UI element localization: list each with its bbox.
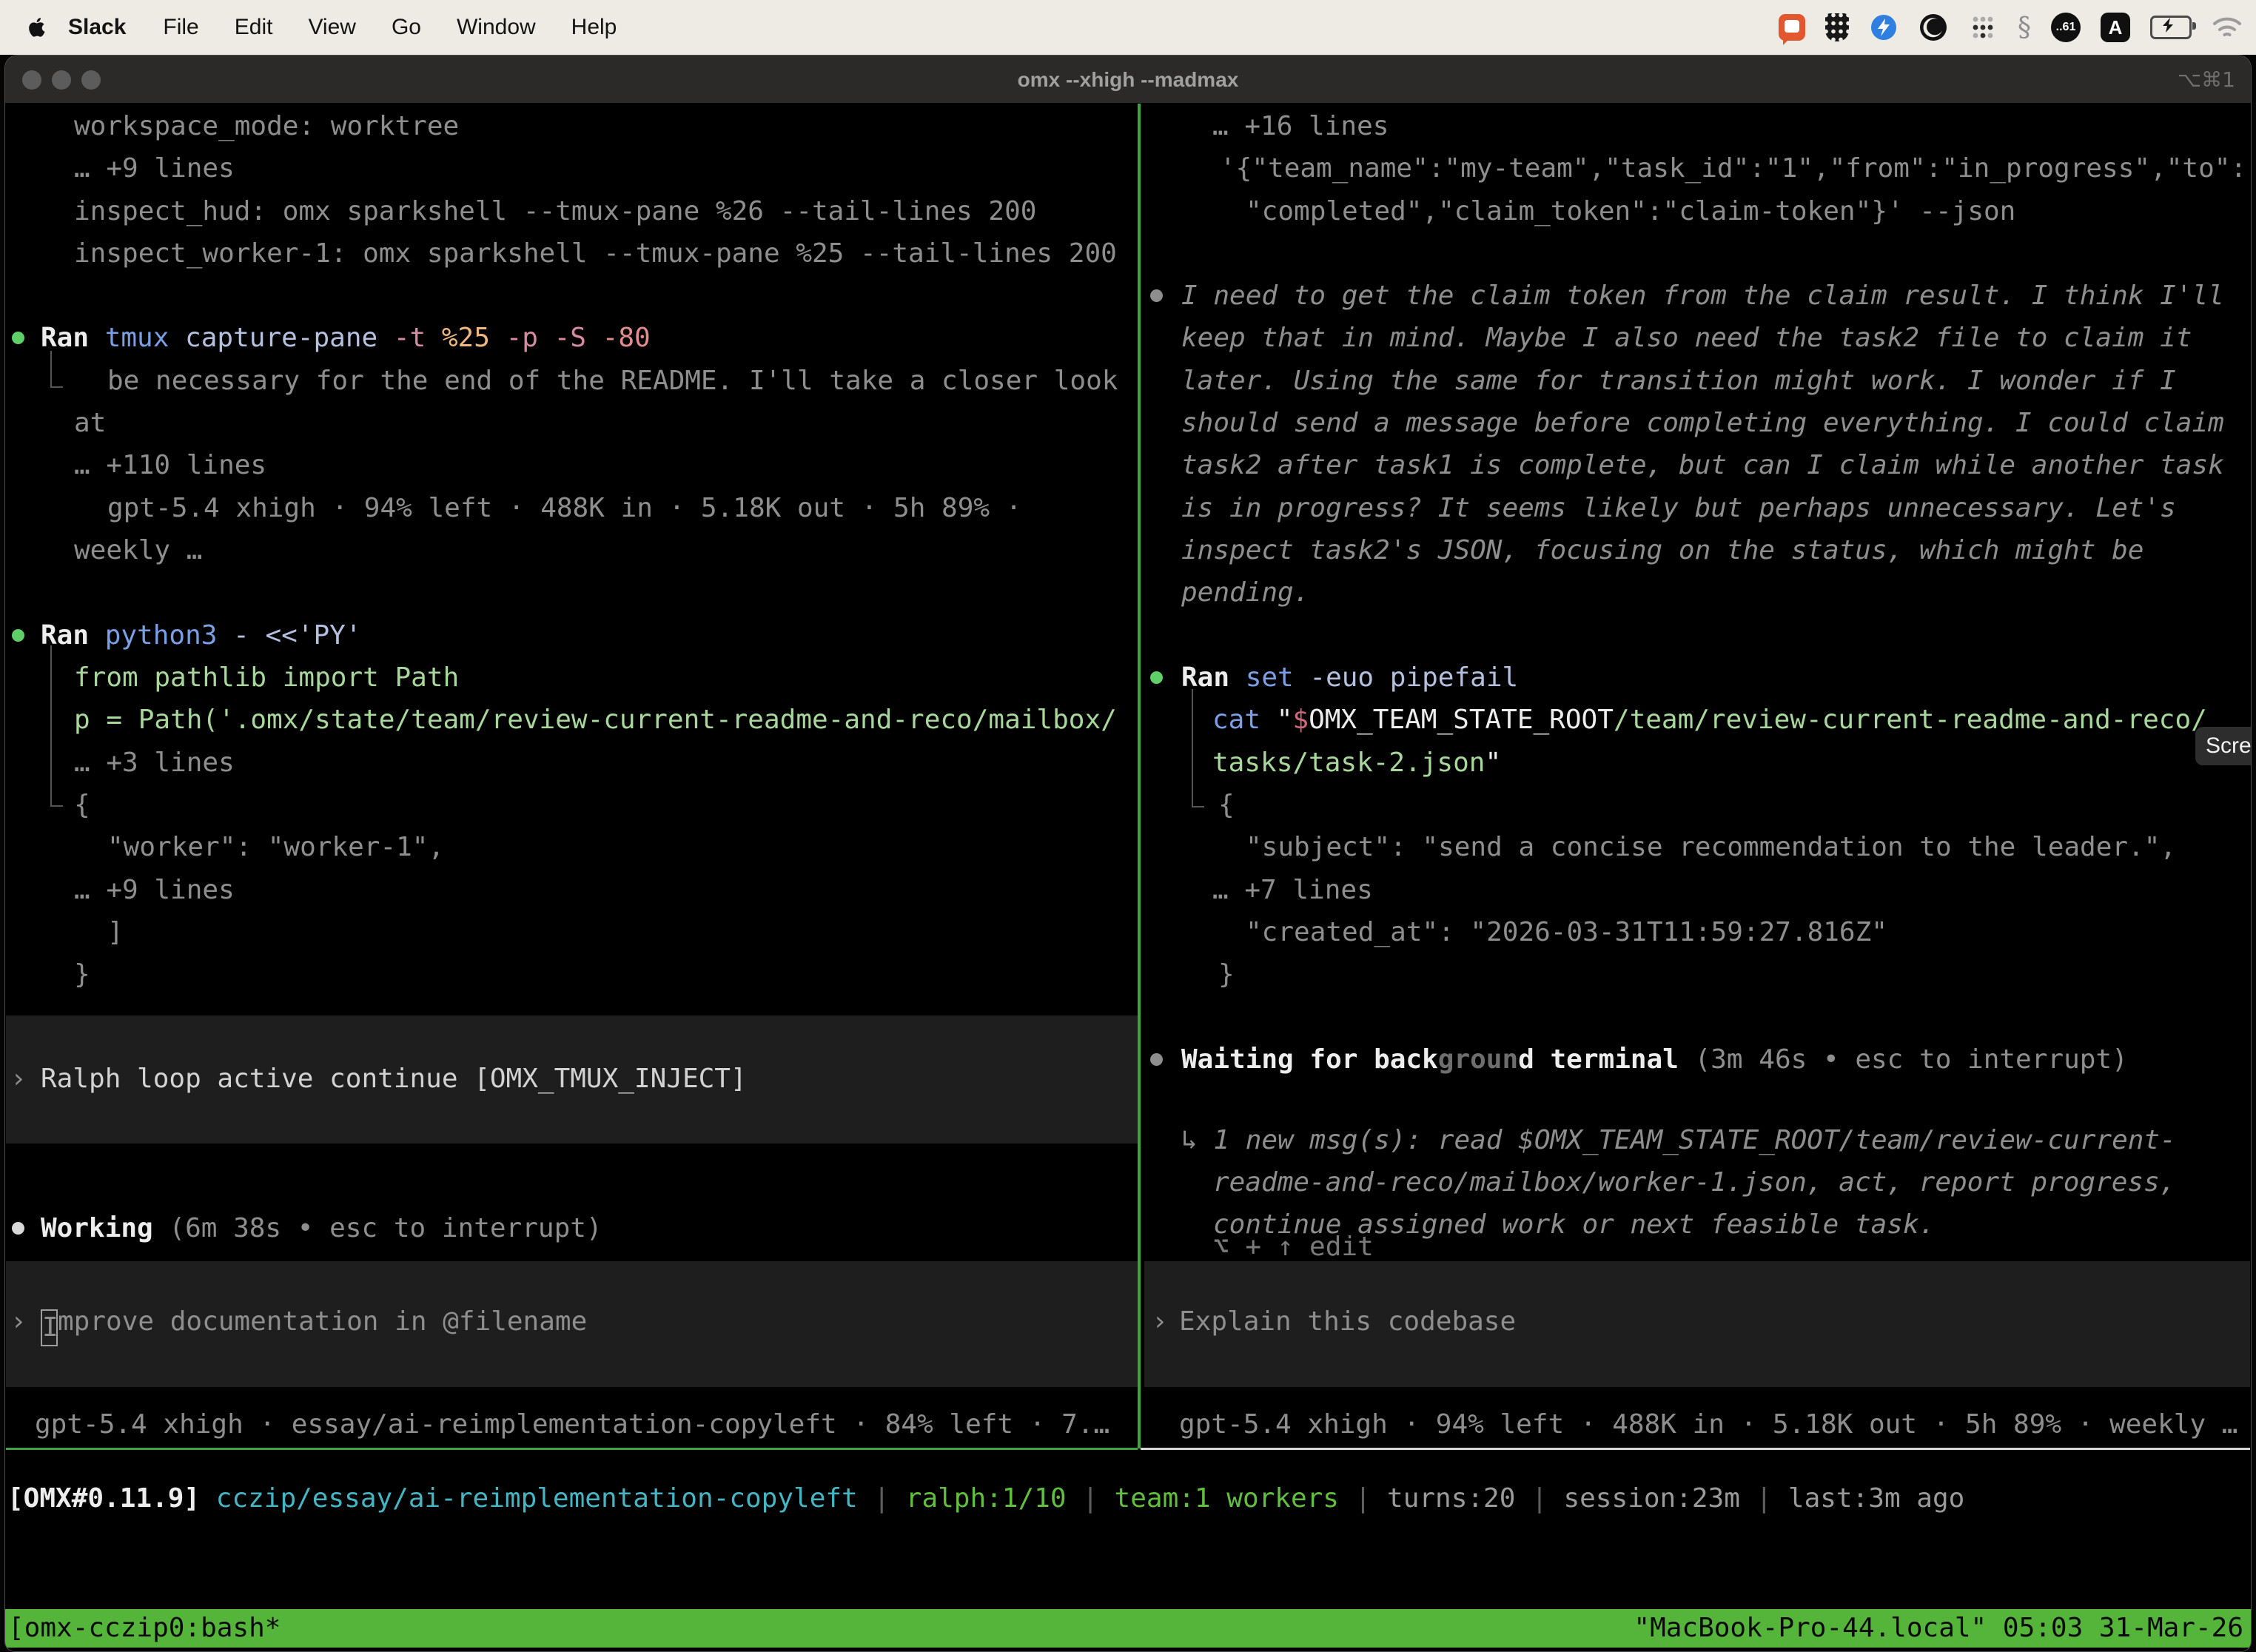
output-line: be necessary for the end of the README. … (107, 360, 1118, 402)
omx-hud-status: [OMX#0.11.9] cczip/essay/ai-reimplementa… (7, 1477, 1964, 1520)
menu-help[interactable]: Help (554, 15, 635, 40)
output-line: '{"team_name":"my-team","task_id":"1","f… (1220, 147, 2246, 189)
thinking-line: inspect task2's JSON, focusing on the st… (1181, 529, 2143, 571)
inactive-pane-border (1141, 1448, 2250, 1450)
thinking-line: is in progress? It seems likely but perh… (1181, 487, 2176, 529)
menu-window[interactable]: Window (439, 15, 554, 40)
thinking-line: I need to get the claim token from the c… (1181, 275, 2224, 317)
output-line: weekly … (74, 529, 202, 571)
window-shortcut: ⌥⌘1 (2178, 56, 2235, 104)
mailbox-message-line: readme-and-reco/mailbox/worker-1.json, a… (1213, 1161, 2175, 1203)
screen-tooltip: Scre (2195, 727, 2252, 765)
menu-edit[interactable]: Edit (217, 15, 291, 40)
command-line: Ran python3 - <<'PY' (41, 614, 361, 657)
code-line: p = Path('.omx/state/team/review-current… (74, 699, 1117, 741)
edit-hint: ⌥ + ↑ edit (1213, 1231, 1374, 1263)
menu-bar: Slack File Edit View Go Window Help (0, 0, 2256, 55)
screen: Slack File Edit View Go Window Help (0, 0, 2256, 1652)
menu-go[interactable]: Go (374, 15, 439, 40)
output-line: … +3 lines (74, 742, 235, 784)
ralph-loop-band: › Ralph loop active continue [OMX_TMUX_I… (6, 1015, 1138, 1144)
command-line: tasks/task-2.json" (1212, 742, 1501, 784)
thinking-line: pending. (1181, 571, 1309, 614)
active-pane-border (6, 1448, 1138, 1450)
thinking-line: should send a message before completing … (1181, 402, 2224, 444)
menu-view[interactable]: View (290, 15, 373, 40)
count-badge-icon[interactable]: ..61 (2051, 13, 2081, 42)
output-line: … +9 lines (74, 147, 235, 189)
terminal-window: omx --xhigh --madmax ⌥⌘1 workspace_mode:… (4, 55, 2252, 1652)
ran-bullet-icon (1150, 671, 1163, 684)
menu-app-name[interactable]: Slack (58, 15, 145, 40)
output-line: } (74, 953, 90, 995)
battery-icon[interactable] (2150, 16, 2192, 39)
output-line: ] (107, 911, 124, 953)
output-line: inspect_hud: omx sparkshell --tmux-pane … (74, 190, 1036, 232)
shield-grid-icon[interactable] (1825, 13, 1849, 41)
window-titlebar: omx --xhigh --madmax ⌥⌘1 (4, 55, 2252, 104)
command-line: cat "$OMX_TEAM_STATE_ROOT/team/review-cu… (1212, 699, 2207, 741)
window-title: omx --xhigh --madmax (4, 56, 2252, 104)
apple-menu-icon[interactable] (28, 16, 47, 39)
output-line: "worker": "worker-1", (107, 826, 444, 868)
output-line: "created_at": "2026-03-31T11:59:27.816Z" (1246, 911, 1887, 953)
thinking-line: task2 after task1 is complete, but can I… (1181, 444, 2224, 486)
moon-circle-icon[interactable] (1918, 13, 1948, 42)
thinking-line: keep that in mind. Maybe I also need the… (1181, 317, 2192, 359)
tmux-status-bar: [omx-cczip0:bash* "MacBook-Pro-44.local"… (5, 1609, 2251, 1648)
prompt-chevron-icon: › (1152, 1300, 1168, 1343)
text-cursor: I (41, 1309, 58, 1346)
continuation-corner-icon (50, 645, 63, 807)
output-line: … +16 lines (1212, 105, 1389, 147)
ran-bullet-icon (12, 629, 24, 642)
output-line: … +9 lines (74, 869, 235, 911)
command-line: Ran tmux capture-pane -t %25 -p -S -80 (41, 317, 651, 359)
hook-icon[interactable]: § (2018, 13, 2031, 43)
prompt-chevron-icon: › (10, 1300, 27, 1343)
working-bullet-icon (12, 1222, 24, 1235)
output-line: … +110 lines (74, 444, 266, 486)
badge-bolt-icon[interactable] (1869, 13, 1899, 42)
code-line: from pathlib import Path (74, 657, 459, 699)
output-line: gpt-5.4 xhigh · 94% left · 488K in · 5.1… (107, 487, 1021, 529)
working-status: Working (6m 38s • esc to interrupt) (41, 1207, 602, 1249)
pane-divider[interactable] (1138, 104, 1141, 1448)
thinking-bullet-icon (1150, 289, 1163, 302)
dots-grid-icon[interactable] (1968, 13, 1998, 42)
output-line: … +7 lines (1212, 869, 1373, 911)
tmux-session-label: [omx-cczip0:bash* (8, 1609, 281, 1648)
output-line: "subject": "send a concise recommendatio… (1246, 826, 2176, 868)
output-line: at (74, 402, 106, 444)
prompt-input[interactable]: › Explain this codebase (1144, 1261, 2250, 1387)
output-line: inspect_worker-1: omx sparkshell --tmux-… (74, 232, 1117, 275)
chevron-icon: › (10, 1058, 27, 1100)
output-line: } (1218, 953, 1235, 995)
session-status-line: gpt-5.4 xhigh · essay/ai-reimplementatio… (35, 1403, 1109, 1446)
output-line: { (1218, 784, 1235, 826)
continuation-corner-icon (1192, 689, 1204, 807)
command-line: Ran set -euo pipefail (1181, 657, 1518, 699)
prompt-placeholder: Explain this codebase (1179, 1300, 1516, 1343)
output-line: "completed","claim_token":"claim-token"}… (1246, 190, 2015, 232)
output-line: { (74, 784, 90, 826)
ran-bullet-icon (12, 332, 24, 344)
chat-app-icon[interactable] (1779, 14, 1805, 41)
waiting-bullet-icon (1150, 1053, 1163, 1066)
waiting-status: Waiting for background terminal (3m 46s … (1181, 1038, 2128, 1081)
thinking-line: later. Using the same for transition mig… (1181, 360, 2176, 402)
wifi-icon[interactable] (2212, 15, 2243, 40)
menu-file[interactable]: File (145, 15, 216, 40)
session-status-line: gpt-5.4 xhigh · 94% left · 488K in · 5.1… (1179, 1403, 2237, 1446)
tmux-host-clock: "MacBook-Pro-44.local" 05:03 31-Mar-26 (1634, 1609, 2243, 1648)
mailbox-message-line: ↳ 1 new msg(s): read $OMX_TEAM_STATE_ROO… (1181, 1119, 2176, 1161)
prompt-input[interactable]: › Improve documentation in @filename (6, 1261, 1138, 1387)
output-line: workspace_mode: worktree (74, 105, 459, 147)
ralph-loop-status: Ralph loop active continue [OMX_TMUX_INJ… (41, 1058, 747, 1100)
continuation-corner-icon (50, 351, 63, 388)
prompt-placeholder: Improve documentation in @filename (41, 1300, 587, 1343)
input-source-icon[interactable]: A (2101, 13, 2130, 42)
